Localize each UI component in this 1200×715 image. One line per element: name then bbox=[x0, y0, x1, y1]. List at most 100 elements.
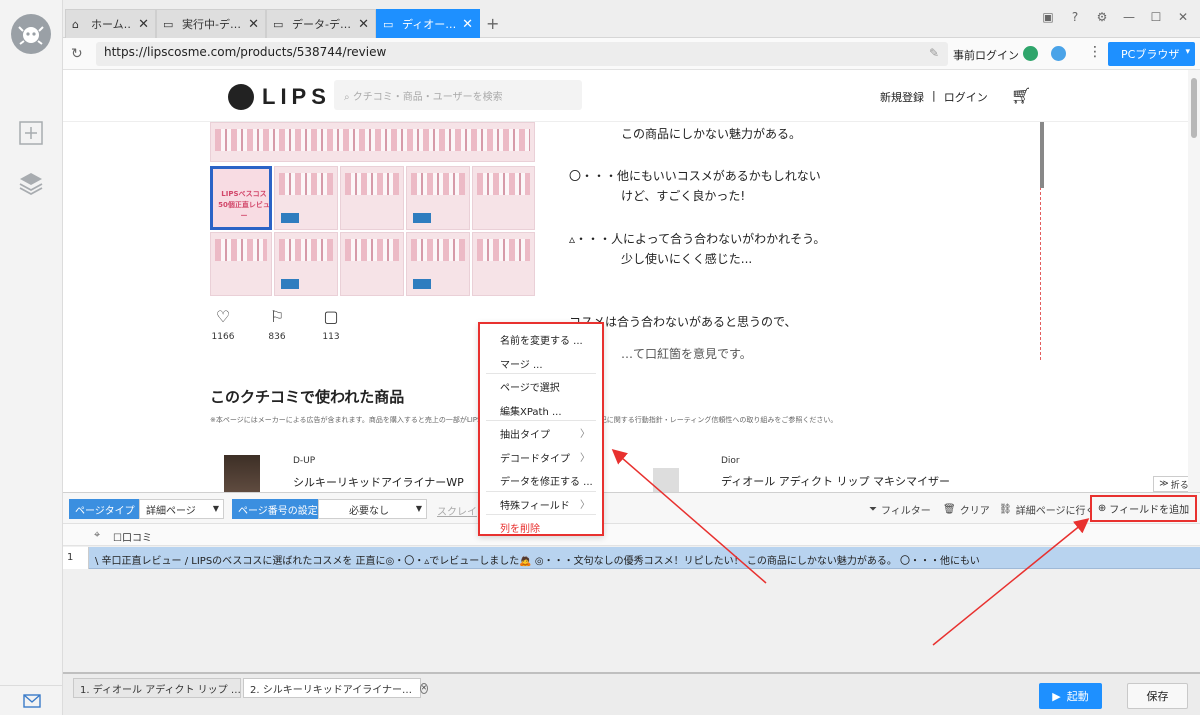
gallery-image[interactable] bbox=[274, 166, 338, 230]
close-icon[interactable]: ✕ bbox=[462, 17, 473, 32]
chevron-right-icon: 〉 bbox=[580, 499, 590, 511]
task-tab-2[interactable]: 2. シルキーリキッドアイライナー… ✕ bbox=[243, 678, 428, 698]
pre-login-button[interactable]: 事前ログイン bbox=[953, 47, 1019, 63]
more-icon[interactable]: ⋮ bbox=[1088, 44, 1102, 60]
gallery-image[interactable] bbox=[210, 232, 272, 296]
review-line: 〇・・・他にもいいコスメがあるかもしれない bbox=[569, 169, 821, 183]
product-name[interactable]: シルキーリキッドアイライナーWP bbox=[293, 474, 464, 490]
task-tab-label: 2. シルキーリキッドアイライナー… bbox=[250, 684, 413, 696]
window-controls: ▣ ? ⚙ — ☐ ✕ bbox=[1041, 10, 1190, 24]
page-type-label: ページタイプ bbox=[69, 499, 141, 519]
extension-icon[interactable] bbox=[1023, 46, 1038, 61]
page-icon: ▭ bbox=[163, 17, 174, 31]
gallery-image[interactable] bbox=[472, 166, 535, 230]
site-search-input[interactable]: ⌕ クチコミ・商品・ユーザーを検索 bbox=[334, 80, 582, 110]
page-scrollbar[interactable] bbox=[1188, 70, 1200, 492]
tab-dior[interactable]: ▭ ディオー… ✕ bbox=[376, 9, 480, 38]
save-button[interactable]: 保存 bbox=[1127, 683, 1188, 709]
inner-scroll-thumb[interactable] bbox=[1040, 122, 1044, 188]
bookmark-icon: ⚐ bbox=[269, 307, 285, 326]
menu-item-extract-type[interactable]: 抽出タイプ 〉 bbox=[486, 421, 596, 445]
menu-item-label: 編集XPath ... bbox=[500, 406, 562, 418]
gallery-image[interactable] bbox=[274, 232, 338, 296]
add-field-label: フィールドを追加 bbox=[1109, 505, 1190, 516]
bookmark-button[interactable]: ⚐ 836 bbox=[265, 307, 289, 342]
reload-icon[interactable]: ↻ bbox=[71, 46, 83, 62]
site-logo[interactable]: LIPS bbox=[228, 84, 331, 110]
search-placeholder: クチコミ・商品・ユーザーを検索 bbox=[352, 92, 503, 103]
close-icon[interactable]: ✕ bbox=[138, 17, 149, 32]
menu-item-rename[interactable]: 名前を変更する ... bbox=[486, 327, 596, 351]
page-number-select[interactable]: 必要なし ▼ bbox=[318, 499, 427, 519]
gallery-image[interactable] bbox=[472, 232, 535, 296]
plus-circle-icon: ⊕ bbox=[1097, 503, 1107, 514]
crosshair-icon[interactable]: ⌖ bbox=[94, 528, 100, 542]
menu-item-modify-data[interactable]: データを修正する ... bbox=[486, 468, 596, 492]
page-number-value: 必要なし bbox=[349, 505, 389, 517]
lips-logo-icon bbox=[228, 84, 254, 110]
menu-item-edit-xpath[interactable]: 編集XPath ... bbox=[486, 398, 596, 421]
menu-item-delete-column[interactable]: 列を削除 bbox=[486, 515, 596, 539]
start-button[interactable]: ▶ 起動 bbox=[1039, 683, 1102, 709]
gallery-image[interactable] bbox=[406, 166, 470, 230]
task-tab-1[interactable]: 1. ディオール アディクト リップ … bbox=[73, 678, 241, 698]
scroll-setting-link[interactable]: スクレイ bbox=[437, 503, 477, 518]
help-icon[interactable]: ? bbox=[1068, 10, 1082, 24]
like-button[interactable]: ♡ 1166 bbox=[211, 307, 235, 342]
web-viewport[interactable]: LIPS ⌕ クチコミ・商品・ユーザーを検索 新規登録 | ログイン 🛒︎ LI… bbox=[63, 70, 1200, 492]
filter-button[interactable]: ⏷ フィルター bbox=[869, 502, 931, 517]
page-icon: ▭ bbox=[383, 17, 394, 31]
pencil-icon[interactable]: ✎ bbox=[929, 46, 939, 60]
menu-item-label: データを修正する ... bbox=[500, 477, 593, 488]
url-input[interactable]: https://lipscosme.com/products/538744/re… bbox=[96, 42, 948, 66]
gift-icon[interactable]: ▣ bbox=[1041, 10, 1055, 24]
minimize-icon[interactable]: — bbox=[1122, 10, 1136, 24]
product-image[interactable] bbox=[224, 455, 260, 492]
menu-item-label: マージ ... bbox=[500, 359, 543, 371]
menu-item-decode-type[interactable]: デコードタイプ〉 bbox=[486, 445, 596, 469]
menu-item-select-on-page[interactable]: ページで選択 bbox=[486, 374, 596, 398]
column-header[interactable]: ☐口コミ bbox=[113, 529, 152, 544]
tab-data[interactable]: ▭ データ-デ… ✕ bbox=[266, 9, 376, 38]
close-window-icon[interactable]: ✕ bbox=[1176, 10, 1190, 24]
table-cell[interactable]: \ 辛口正直レビュー / LIPSのベスコスに選ばれたコスメを 正直に◎・〇・▵… bbox=[95, 552, 980, 567]
product-image[interactable] bbox=[653, 468, 679, 492]
menu-item-special-field[interactable]: 特殊フィールド〉 bbox=[486, 492, 596, 515]
pc-browser-button[interactable]: PCブラウザ ▾ bbox=[1108, 42, 1195, 66]
tab-home[interactable]: ⌂ ホーム… ✕ bbox=[65, 9, 156, 38]
task-toolbar: ページタイプ 詳細ページ ▼ ページ番号の設定 必要なし ▼ スクレイ ⏷ フィル… bbox=[63, 492, 1200, 524]
flask-icon[interactable] bbox=[1051, 46, 1066, 61]
register-link[interactable]: 新規登録 bbox=[880, 89, 924, 105]
tab-bar: ⌂ ホーム… ✕ ▭ 実行中-デ… ✕ ▭ データ-デ… ✕ ▭ ディオー… ✕… bbox=[63, 0, 1200, 38]
add-tab-icon[interactable]: + bbox=[486, 14, 499, 33]
close-icon[interactable]: ✕ bbox=[420, 682, 428, 694]
gallery-image[interactable] bbox=[340, 232, 404, 296]
gallery-image[interactable] bbox=[210, 122, 535, 162]
page-type-select[interactable]: 詳細ページ ▼ bbox=[139, 499, 224, 519]
search-icon: ⌕ bbox=[344, 92, 353, 103]
mail-button[interactable] bbox=[0, 685, 63, 715]
cart-icon[interactable]: 🛒︎ bbox=[1011, 86, 1031, 105]
comment-button[interactable]: ▢ 113 bbox=[319, 307, 343, 342]
gear-icon[interactable]: ⚙ bbox=[1095, 10, 1109, 24]
close-icon[interactable]: ✕ bbox=[358, 17, 369, 32]
gallery-image[interactable] bbox=[340, 166, 404, 230]
review-line: 少し使いにくく感じた... bbox=[621, 252, 753, 266]
close-icon[interactable]: ✕ bbox=[248, 17, 259, 32]
maximize-icon[interactable]: ☐ bbox=[1149, 10, 1163, 24]
gallery-image[interactable] bbox=[406, 232, 470, 296]
gallery-caption: LIPSベスコス 50個正直レビュー bbox=[218, 190, 270, 220]
scrollbar-thumb[interactable] bbox=[1191, 78, 1197, 138]
gallery-image-selected[interactable]: LIPSベスコス 50個正直レビュー bbox=[210, 166, 272, 230]
add-field-button[interactable]: ⊕ フィールドを追加 bbox=[1090, 495, 1197, 522]
menu-item-merge[interactable]: マージ ... bbox=[486, 351, 596, 374]
table-row[interactable]: 1 \ 辛口正直レビュー / LIPSのベスコスに選ばれたコスメを 正直に◎・〇… bbox=[63, 547, 1200, 569]
product-name[interactable]: ディオール アディクト リップ マキシマイザー bbox=[721, 473, 950, 489]
layers-icon[interactable] bbox=[18, 170, 44, 196]
heart-icon: ♡ bbox=[215, 307, 231, 326]
clear-button[interactable]: 🗑︎ クリア bbox=[943, 502, 990, 517]
go-detail-button[interactable]: ⛓︎ 詳細ページに行く bbox=[999, 502, 1096, 517]
tab-running[interactable]: ▭ 実行中-デ… ✕ bbox=[156, 9, 266, 38]
new-task-icon[interactable] bbox=[18, 120, 44, 146]
login-link[interactable]: ログイン bbox=[944, 89, 988, 105]
